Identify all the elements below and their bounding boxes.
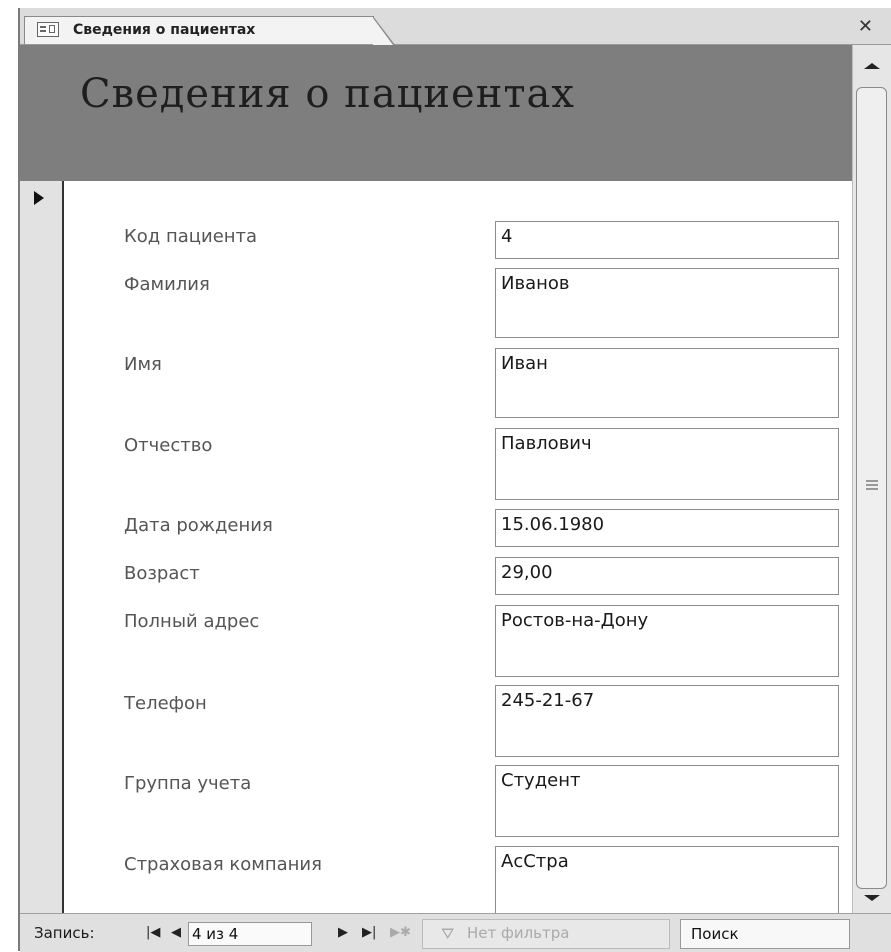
record-navigation-bar: Запись: |◀ ◀ 4 из 4 ▶ ▶| ▶✱ ⛛ Нет фильтр… <box>20 913 891 952</box>
current-record-arrow-icon <box>34 191 44 205</box>
address-field[interactable]: Ростов-на-Дону <box>495 605 839 677</box>
insurance-company-field[interactable]: АсСтра <box>495 846 839 918</box>
next-record-icon[interactable]: ▶ <box>338 914 348 952</box>
last-record-icon[interactable]: ▶| <box>362 914 376 952</box>
group-field[interactable]: Студент <box>495 765 839 837</box>
search-input[interactable]: Поиск <box>680 919 850 949</box>
label-address: Полный адрес <box>124 611 260 632</box>
label-group: Группа учета <box>124 773 252 794</box>
label-first-name: Имя <box>124 354 162 375</box>
document-tab-strip: Сведения о пациентах ✕ <box>20 8 891 45</box>
label-insurance: Страховая компания <box>124 854 322 875</box>
scroll-thumb[interactable] <box>856 87 887 889</box>
label-age: Возраст <box>124 563 200 584</box>
label-patient-id: Код пациента <box>124 226 258 247</box>
page-title: Сведения о пациентах <box>80 71 575 117</box>
record-number-input[interactable]: 4 из 4 <box>188 922 312 946</box>
new-record-icon[interactable]: ▶✱ <box>390 914 411 952</box>
last-name-field[interactable]: Иванов <box>495 268 839 338</box>
birth-date-field[interactable]: 15.06.1980 <box>495 509 839 547</box>
previous-record-icon[interactable]: ◀ <box>171 914 181 952</box>
document-tab[interactable]: Сведения о пациентах <box>24 16 395 45</box>
scroll-up-icon[interactable] <box>864 63 880 69</box>
label-birth-date: Дата рождения <box>124 515 273 536</box>
label-patronymic: Отчество <box>124 435 213 456</box>
tab-title: Сведения о пациентах <box>73 22 256 38</box>
form-window: Сведения о пациентах ✕ Сведения о пациен… <box>18 8 891 952</box>
close-icon[interactable]: ✕ <box>858 18 873 36</box>
label-phone: Телефон <box>124 693 207 714</box>
patient-id-field[interactable]: 4 <box>495 221 839 259</box>
form-detail: Код пациента 4 Фамилия Иванов Имя Иван О… <box>64 181 852 918</box>
filter-label: Нет фильтра <box>467 924 570 942</box>
phone-field[interactable]: 245-21-67 <box>495 685 839 757</box>
first-name-field[interactable]: Иван <box>495 348 839 418</box>
form-icon <box>37 22 59 37</box>
vertical-scrollbar[interactable] <box>852 45 891 913</box>
label-last-name: Фамилия <box>124 274 210 295</box>
age-field[interactable]: 29,00 <box>495 557 839 595</box>
patronymic-field[interactable]: Павлович <box>495 428 839 500</box>
grip-icon <box>866 480 878 482</box>
first-record-icon[interactable]: |◀ <box>146 914 160 952</box>
filter-icon: ⛛ <box>441 924 455 943</box>
record-label: Запись: <box>34 924 95 942</box>
filter-button[interactable]: ⛛ Нет фильтра <box>422 919 670 949</box>
scroll-down-icon[interactable] <box>864 895 880 901</box>
form-header: Сведения о пациентах <box>20 45 852 181</box>
record-selector[interactable] <box>20 181 64 913</box>
